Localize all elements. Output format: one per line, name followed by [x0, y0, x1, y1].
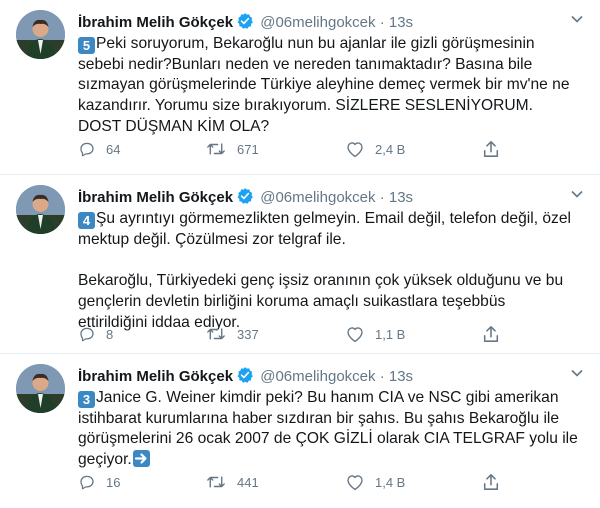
like-button[interactable]: 1,1 B — [345, 324, 405, 344]
avatar[interactable] — [16, 185, 65, 234]
share-icon — [483, 474, 499, 490]
avatar[interactable] — [16, 364, 65, 413]
author-handle[interactable]: @06melihgokcek — [260, 189, 375, 206]
share-button[interactable] — [482, 472, 510, 492]
tweet-actions: 8 337 1,1 B — [78, 324, 508, 344]
separator-dot: · — [379, 368, 385, 385]
tweet-body: Janice G. Weiner kimdir peki? Bu hanım C… — [78, 389, 583, 469]
separator-dot: · — [379, 14, 385, 31]
tweet-text: 4 Şu ayrıntıyı görmemezlikten gelmeyin. E… — [78, 209, 578, 333]
reply-button[interactable]: 16 — [78, 472, 120, 492]
retweet-count: 337 — [237, 326, 259, 342]
like-count: 1,1 B — [375, 326, 406, 342]
tweet-header: İbrahim Melih Gökçek @06melihgokcek · 13… — [78, 187, 583, 207]
like-icon — [347, 327, 363, 343]
chevron-down-icon[interactable] — [570, 12, 584, 32]
chevron-down-icon[interactable] — [570, 366, 584, 386]
reply-icon — [80, 475, 94, 490]
tweet-timestamp[interactable]: 13s — [389, 14, 413, 31]
like-count: 2,4 B — [375, 141, 406, 157]
reply-count: 16 — [106, 474, 121, 490]
author-name[interactable]: İbrahim Melih Gökçek — [78, 368, 233, 385]
tweet-text: 3 Janice G. Weiner kimdir peki? Bu hanım … — [78, 388, 578, 471]
tweet-text: 5 Peki soruyorum, Bekaroğlu nun bu ajanla… — [78, 34, 578, 138]
reply-count: 64 — [106, 141, 121, 157]
avatar-image — [16, 10, 65, 59]
tweet-timestamp[interactable]: 13s — [389, 368, 413, 385]
retweet-icon — [207, 476, 225, 488]
avatar[interactable] — [16, 10, 65, 59]
retweet-count: 671 — [237, 141, 259, 157]
like-count: 1,4 B — [375, 474, 406, 490]
like-icon — [347, 475, 363, 491]
share-button[interactable] — [482, 324, 510, 344]
keycap-number-badge: 5 — [78, 37, 95, 54]
retweet-icon — [207, 143, 225, 155]
reply-icon — [80, 142, 94, 157]
keycap-number-badge: 3 — [78, 391, 95, 408]
tweet[interactable]: İbrahim Melih Gökçek @06melihgokcek · 13… — [0, 175, 600, 354]
avatar-image — [16, 185, 65, 234]
retweet-count: 441 — [237, 474, 259, 490]
share-icon — [483, 326, 499, 342]
tweet-header: İbrahim Melih Gökçek @06melihgokcek · 13… — [78, 366, 583, 386]
author-name[interactable]: İbrahim Melih Gökçek — [78, 14, 233, 31]
share-button[interactable] — [482, 139, 510, 159]
share-icon — [483, 141, 499, 157]
retweet-button[interactable]: 441 — [205, 472, 259, 492]
reply-button[interactable]: 8 — [78, 324, 113, 344]
tweet-header: İbrahim Melih Gökçek @06melihgokcek · 13… — [78, 12, 583, 32]
author-handle[interactable]: @06melihgokcek — [260, 368, 375, 385]
like-button[interactable]: 2,4 B — [345, 139, 405, 159]
retweet-button[interactable]: 671 — [205, 139, 259, 159]
like-icon — [347, 142, 363, 158]
right-arrow-emoji-icon — [132, 450, 150, 468]
reply-button[interactable]: 64 — [78, 139, 120, 159]
tweet-actions: 64 671 2,4 B — [78, 139, 508, 159]
tweet[interactable]: İbrahim Melih Gökçek @06melihgokcek · 13… — [0, 0, 600, 175]
separator-dot: · — [379, 189, 385, 206]
chevron-down-icon[interactable] — [570, 187, 584, 207]
reply-icon — [80, 327, 94, 342]
reply-count: 8 — [106, 326, 114, 342]
retweet-button[interactable]: 337 — [205, 324, 259, 344]
like-button[interactable]: 1,4 B — [345, 472, 405, 492]
author-name[interactable]: İbrahim Melih Gökçek — [78, 189, 233, 206]
author-handle[interactable]: @06melihgokcek — [260, 14, 375, 31]
tweet-actions: 16 441 1,4 B — [78, 472, 508, 492]
tweet[interactable]: İbrahim Melih Gökçek @06melihgokcek · 13… — [0, 354, 600, 508]
verified-badge-icon — [236, 366, 254, 390]
retweet-icon — [207, 328, 225, 340]
keycap-number-badge: 4 — [78, 212, 95, 229]
tweet-timestamp[interactable]: 13s — [389, 189, 413, 206]
tweet-body: Peki soruyorum, Bekaroğlu nun bu ajanlar… — [78, 35, 574, 135]
tweet-body: Şu ayrıntıyı görmemezlikten gelmeyin. Em… — [78, 210, 571, 331]
verified-badge-icon — [236, 187, 254, 211]
verified-badge-icon — [236, 12, 254, 36]
avatar-image — [16, 364, 65, 413]
